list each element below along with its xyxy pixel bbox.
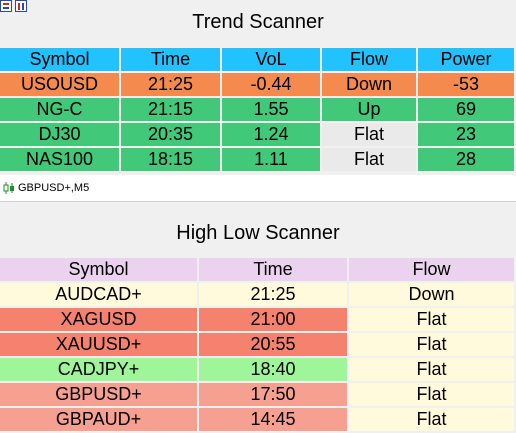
col-header-power: Power: [418, 48, 516, 73]
cell-vol: -0.44: [222, 73, 322, 98]
table-row: XAGUSD 21:00 Flat: [0, 308, 516, 333]
high-low-scanner-table: Symbol Time Flow AUDCAD+ 21:25 Down XAGU…: [0, 258, 516, 433]
cell-symbol: XAUUSD+: [0, 333, 199, 358]
table-row: GBPUSD+ 17:50 Flat: [0, 383, 516, 408]
trend-scanner-table: Symbol Time VoL Flow Power USOUSD 21:25 …: [0, 48, 516, 173]
cell-symbol: XAGUSD: [0, 308, 199, 333]
cell-flow: Flat: [349, 408, 516, 433]
high-low-scanner-title: High Low Scanner: [176, 222, 340, 244]
cell-power: -53: [418, 73, 516, 98]
cell-symbol: CADJPY+: [0, 358, 199, 383]
cell-vol: 1.11: [222, 148, 322, 173]
cell-time: 21:15: [121, 98, 222, 123]
cell-flow: Flat: [322, 123, 418, 148]
cell-symbol: USOUSD: [0, 73, 121, 98]
cell-flow: Down: [349, 283, 516, 308]
cell-time: 21:25: [121, 73, 222, 98]
cell-power: 23: [418, 123, 516, 148]
cell-flow: Down: [322, 73, 418, 98]
cell-time: 17:50: [199, 383, 349, 408]
table-row: AUDCAD+ 21:25 Down: [0, 283, 516, 308]
table-row: DJ30 20:35 1.24 Flat 23: [0, 123, 516, 148]
col-header-vol: VoL: [222, 48, 322, 73]
cell-power: 69: [418, 98, 516, 123]
col-header-time: Time: [199, 258, 349, 283]
cell-vol: 1.24: [222, 123, 322, 148]
cell-flow: Flat: [349, 358, 516, 383]
cell-power: 28: [418, 148, 516, 173]
col-header-flow: Flow: [322, 48, 418, 73]
cell-time: 18:15: [121, 148, 222, 173]
cell-time: 21:00: [199, 308, 349, 333]
trend-scanner-title: Trend Scanner: [192, 11, 324, 33]
cell-symbol: NG-C: [0, 98, 121, 123]
cell-flow: Flat: [322, 148, 418, 173]
candlestick-icon: [3, 182, 14, 194]
cell-symbol: AUDCAD+: [0, 283, 199, 308]
cell-symbol: GBPAUD+: [0, 408, 199, 433]
chart-symbol-label: GBPUSD+,M5: [18, 182, 90, 194]
cell-symbol: GBPUSD+: [0, 383, 199, 408]
cell-flow: Flat: [349, 383, 516, 408]
hl-header-row: Symbol Time Flow: [0, 258, 516, 283]
cell-symbol: NAS100: [0, 148, 121, 173]
col-header-symbol: Symbol: [0, 48, 121, 73]
col-header-flow: Flow: [349, 258, 516, 283]
cell-time: 14:45: [199, 408, 349, 433]
cell-flow: Flat: [349, 333, 516, 358]
cell-flow: Flat: [349, 308, 516, 333]
trend-header-row: Symbol Time VoL Flow Power: [0, 48, 516, 73]
table-row: NAS100 18:15 1.11 Flat 28: [0, 148, 516, 173]
cell-flow: Up: [322, 98, 418, 123]
table-row: NG-C 21:15 1.55 Up 69: [0, 98, 516, 123]
cell-symbol: DJ30: [0, 123, 121, 148]
col-header-time: Time: [121, 48, 222, 73]
table-row: XAUUSD+ 20:55 Flat: [0, 333, 516, 358]
cell-time: 21:25: [199, 283, 349, 308]
cell-vol: 1.55: [222, 98, 322, 123]
table-row: CADJPY+ 18:40 Flat: [0, 358, 516, 383]
chart-symbol-strip[interactable]: GBPUSD+,M5: [0, 175, 516, 202]
table-row: GBPAUD+ 14:45 Flat: [0, 408, 516, 433]
table-row: USOUSD 21:25 -0.44 Down -53: [0, 73, 516, 98]
cell-time: 18:40: [199, 358, 349, 383]
cell-time: 20:35: [121, 123, 222, 148]
cell-time: 20:55: [199, 333, 349, 358]
col-header-symbol: Symbol: [0, 258, 199, 283]
